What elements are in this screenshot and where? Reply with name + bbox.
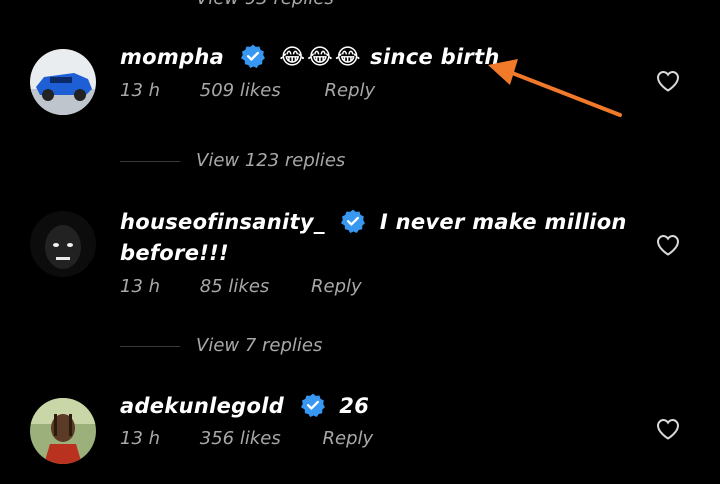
view-replies-label[interactable]: View 123 replies xyxy=(196,150,345,171)
heart-icon[interactable] xyxy=(656,418,680,440)
comment-body: houseofinsanity_ I never make million be… xyxy=(120,207,630,269)
username[interactable]: mompha xyxy=(120,45,224,69)
heart-icon[interactable] xyxy=(656,234,680,256)
comment-text: 26 xyxy=(339,394,370,418)
timestamp: 13 h xyxy=(120,276,161,297)
comment-meta: 13 h 356 likes Reply xyxy=(120,428,373,449)
username[interactable]: houseofinsanity_ xyxy=(120,210,325,234)
likes-count[interactable]: 85 likes xyxy=(200,276,270,297)
avatar[interactable] xyxy=(30,49,96,115)
avatar-image xyxy=(30,49,96,115)
avatar-image xyxy=(30,398,96,464)
timestamp: 13 h xyxy=(120,428,161,449)
username[interactable]: adekunlegold xyxy=(120,394,284,418)
likes-count[interactable]: 509 likes xyxy=(200,80,281,101)
laughing-emoji: 😂😂😂 xyxy=(279,45,363,70)
reply-button[interactable]: Reply xyxy=(324,80,375,101)
reply-button[interactable]: Reply xyxy=(311,276,362,297)
divider-line xyxy=(120,345,180,347)
heart-icon[interactable] xyxy=(656,70,680,92)
timestamp: 13 h xyxy=(120,80,161,101)
view-replies-link[interactable]: View 123 replies xyxy=(120,150,345,171)
avatar[interactable] xyxy=(30,211,96,277)
comment-body: adekunlegold 26 xyxy=(120,391,630,422)
likes-count[interactable]: 356 likes xyxy=(200,428,281,449)
verified-badge-icon xyxy=(300,393,325,418)
view-replies-partial[interactable]: View 93 replies xyxy=(196,0,334,9)
divider-line xyxy=(120,160,180,162)
comment-meta: 13 h 509 likes Reply xyxy=(120,80,375,101)
reply-button[interactable]: Reply xyxy=(322,428,373,449)
avatar[interactable] xyxy=(30,398,96,464)
view-replies-label[interactable]: View 7 replies xyxy=(196,335,322,356)
arrow-annotation xyxy=(488,59,622,117)
view-replies-link[interactable]: View 7 replies xyxy=(120,335,322,356)
verified-badge-icon xyxy=(341,209,366,234)
comment-meta: 13 h 85 likes Reply xyxy=(120,276,362,297)
avatar-image xyxy=(30,211,96,277)
verified-badge-icon xyxy=(240,44,265,69)
